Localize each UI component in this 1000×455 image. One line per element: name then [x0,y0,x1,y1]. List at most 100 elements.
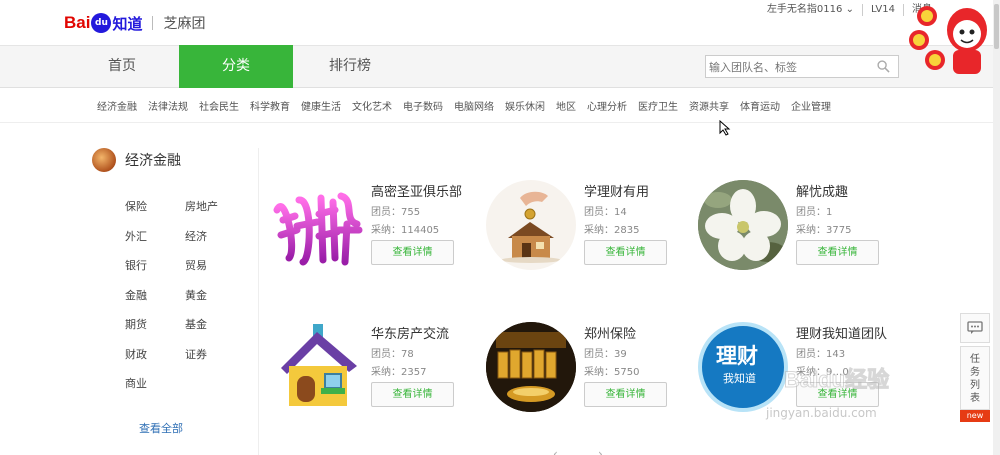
tab-ranking[interactable]: 排行榜 [293,45,407,88]
view-details-button[interactable]: 查看详情 [584,382,667,407]
main-nav: 首页 分类 排行榜 [0,45,1000,88]
sidebar: 经济金融 保险 房地产外汇 经济银行 贸易金融 黄金期货 基金财政 证券商业 查看全部 [92,148,252,435]
team-adopted: 采纳：114405 [371,225,440,236]
subcategory-link[interactable]: 贸易 [185,257,207,273]
licai-logo-big: 理财 [716,344,758,368]
team-card: 华东房产交流 团员：78 采纳：2357 查看详情 [273,322,483,422]
subcategory-link[interactable]: 房地产 [185,198,218,214]
logo-paw-icon: du [91,13,112,33]
top-bar: Bai du 知道 芝麻团 左手无名指0116 ⌄ LV14 消息 [0,0,1000,45]
category-link[interactable]: 法律法规 [148,98,188,113]
category-link[interactable]: 企业管理 [791,98,831,113]
cartoon-house-icon [281,324,357,406]
subcategory-link[interactable]: 基金 [185,316,207,332]
search-box [705,55,899,78]
subcategory-link[interactable]: 外汇 [125,228,147,244]
sidebar-title: 经济金融 [125,153,181,169]
category-link[interactable]: 健康生活 [301,98,341,113]
category-bar: 经济金融 法律法规 社会民生 科学教育 健康生活 文化艺术 电子数码 电脑网络 娱乐休闲 地区 心理… [0,88,1000,123]
subcategory-link[interactable]: 黄金 [185,287,207,303]
subcategory-link[interactable]: 证券 [185,346,207,362]
team-card: 解忧成趣 团员：1 采纳：3775 查看详情 [698,180,908,280]
white-flower-icon [698,180,788,270]
team-adopted: 采纳：5750 [584,367,640,378]
logo-bai-text: Bai [64,13,91,32]
team-avatar-cartoon-house[interactable] [273,322,363,412]
subcategory-link[interactable]: 保险 [125,198,147,214]
mouse-cursor-icon [719,120,731,136]
team-name[interactable]: 华东房产交流 [371,323,449,342]
category-link[interactable]: 娱乐休闲 [505,98,545,113]
category-link[interactable]: 电子数码 [403,98,443,113]
category-link[interactable]: 资源共享 [689,98,729,113]
task-label-char: 列 [970,380,980,391]
search-icon[interactable] [877,60,890,73]
team-avatar-coin-house[interactable] [486,180,576,270]
user-level[interactable]: LV14 [861,4,903,16]
team-name[interactable]: 解忧成趣 [796,181,848,200]
team-name[interactable]: 郑州保险 [584,323,636,342]
gold-bars-icon [486,322,576,412]
mascot-icon [909,6,987,74]
task-label-char: 表 [970,393,980,404]
category-link[interactable]: 电脑网络 [454,98,494,113]
search-input[interactable] [706,57,866,78]
category-link[interactable]: 社会民生 [199,98,239,113]
tab-home[interactable]: 首页 [65,45,179,88]
team-card: 学理财有用 团员：14 采纳：2835 查看详情 [486,180,696,280]
product-name[interactable]: 芝麻团 [163,13,205,33]
category-link[interactable]: 科学教育 [250,98,290,113]
subcategory-link[interactable]: 经济 [185,228,207,244]
subcategory-link[interactable]: 期货 [125,316,147,332]
licai-logo-small: 我知道 [723,372,756,385]
pager-prev-icon[interactable]: ‹ [553,447,558,455]
category-link[interactable]: 地区 [556,98,576,113]
view-details-button[interactable]: 查看详情 [584,240,667,265]
feedback-chat-button[interactable] [960,313,990,343]
subcategory-link[interactable]: 商业 [125,375,147,391]
team-name[interactable]: 理财我知道团队 [796,323,887,342]
category-link[interactable]: 经济金融 [97,98,137,113]
view-details-button[interactable]: 查看详情 [371,382,454,407]
category-avatar [92,148,116,172]
sidebar-header: 经济金融 [92,148,252,172]
team-name[interactable]: 高密圣亚俱乐部 [371,181,462,200]
team-avatar-pink-text[interactable] [273,180,363,270]
task-label-char: 务 [970,367,980,378]
tab-category[interactable]: 分类 [179,45,293,88]
team-card: 郑州保险 团员：39 采纳：5750 查看详情 [486,322,696,422]
team-adopted: 采纳：2835 [584,225,640,236]
coin-house-icon [501,191,561,263]
view-details-button[interactable]: 查看详情 [371,240,454,265]
subcategory-link[interactable]: 银行 [125,257,147,273]
team-adopted: 采纳：2357 [371,367,427,378]
team-avatar-gold-bars[interactable] [486,322,576,412]
category-link[interactable]: 文化艺术 [352,98,392,113]
page: Bai du 知道 芝麻团 左手无名指0116 ⌄ LV14 消息 首页 分类 … [0,0,1000,455]
pager-next-icon[interactable]: › [598,447,603,455]
subcategory-link[interactable]: 金融 [125,287,147,303]
view-all-link[interactable]: 查看全部 [139,420,183,436]
scrollbar-thumb[interactable] [994,4,999,49]
team-card: 高密圣亚俱乐部 团员：755 采纳：114405 查看详情 [273,180,483,280]
watermark-brand: Baidu经验 [783,367,890,393]
category-link[interactable]: 医疗卫生 [638,98,678,113]
team-members: 团员：14 [584,207,627,218]
sidebar-divider [258,148,259,455]
team-name[interactable]: 学理财有用 [584,181,649,200]
chat-icon [967,321,983,334]
baidu-zhidao-logo[interactable]: Bai du 知道 芝麻团 [64,10,205,36]
view-details-button[interactable]: 查看详情 [796,240,879,265]
baidu-jingyan-watermark: Baidu经验 jingyan.baidu.com [762,358,962,428]
task-list-button[interactable]: 任 务 列 表 [960,346,990,410]
category-link[interactable]: 心理分析 [587,98,627,113]
new-badge: new [960,410,990,422]
category-link[interactable]: 体育运动 [740,98,780,113]
subcategory-link[interactable]: 财政 [125,346,147,362]
username-menu[interactable]: 左手无名指0116 ⌄ [759,4,862,16]
category-list: 经济金融 法律法规 社会民生 科学教育 健康生活 文化艺术 电子数码 电脑网络 娱乐休闲 地区 心理… [97,98,842,113]
pink-text-logo-icon [273,192,363,266]
page-scrollbar[interactable] [993,0,1000,455]
team-avatar-flower[interactable] [698,180,788,270]
task-label-char: 任 [970,354,980,365]
